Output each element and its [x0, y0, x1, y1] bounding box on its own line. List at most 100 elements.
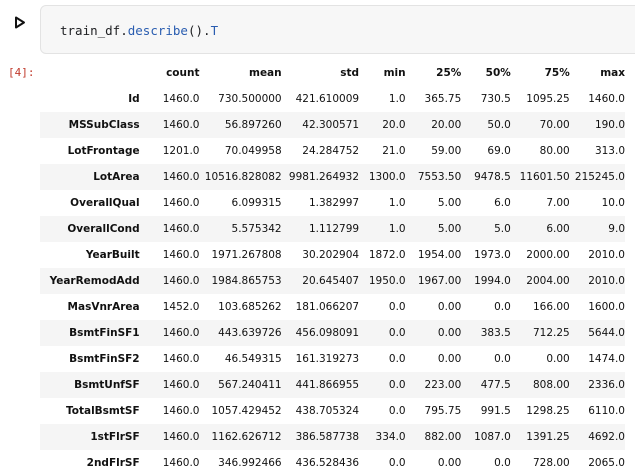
table-cell: 6.0: [494, 197, 511, 209]
table-cell: 6.00: [546, 223, 570, 235]
code-dot: .: [120, 23, 128, 38]
table-cell: 730.500000: [218, 93, 282, 105]
table-cell: 1600.0: [588, 301, 625, 313]
table-cell: 712.25: [532, 327, 570, 339]
table-cell: 30.202904: [302, 249, 360, 261]
column-header: min: [383, 67, 406, 79]
table-cell: 0.0: [388, 379, 406, 391]
table-cell: 2004.00: [526, 275, 570, 287]
table-cell: 20.00: [431, 119, 462, 131]
table-cell: 10516.828082: [204, 171, 282, 183]
table-cell: 1460.0: [162, 379, 200, 391]
table-cell: 386.587738: [295, 431, 360, 443]
table-cell: 46.549315: [224, 353, 282, 365]
row-label: BsmtFinSF1: [69, 327, 140, 339]
table-cell: 5.00: [437, 197, 462, 209]
table-row: MasVnrArea 1452.0 103.685262 181.066207 0.0 0…: [40, 294, 625, 320]
table-cell: 795.75: [424, 405, 462, 417]
table-cell: 1201.0: [162, 145, 200, 157]
row-label: OverallCond: [67, 223, 140, 235]
table-cell: 1973.0: [474, 249, 511, 261]
table-row: Id 1460.0 730.500000 421.610009 1.0 365.75 730…: [40, 86, 625, 112]
table-header-row: count mean std min 25% 50% 75% max: [40, 60, 625, 86]
describe-table: count mean std min 25% 50% 75% max Id 1460.0 730.…: [40, 60, 625, 476]
table-row: 2ndFlrSF 1460.0 346.992466 436.528436 0.0 0.0…: [40, 450, 625, 476]
column-header: 75%: [544, 67, 570, 79]
table-cell: 334.0: [375, 431, 406, 443]
table-cell: 1984.865753: [211, 275, 282, 287]
table-cell: 2010.0: [588, 249, 625, 261]
table-cell: 5.00: [437, 223, 462, 235]
table-index-header: [40, 60, 140, 86]
table-cell: 70.049958: [224, 145, 282, 157]
table-cell: 567.240411: [218, 379, 282, 391]
table-cell: 882.00: [424, 431, 462, 443]
table-cell: 2000.00: [526, 249, 570, 261]
table-cell: 1474.0: [588, 353, 625, 365]
table-cell: 1162.626712: [211, 431, 282, 443]
table-cell: 4692.0: [588, 431, 625, 443]
row-label: 2ndFlrSF: [86, 457, 140, 469]
table-cell: 443.639726: [218, 327, 282, 339]
table-cell: 1298.25: [526, 405, 570, 417]
table-cell: 991.5: [480, 405, 511, 417]
table-row: BsmtUnfSF 1460.0 567.240411 441.866955 0.0 22…: [40, 372, 625, 398]
table-cell: 6110.0: [588, 405, 625, 417]
table-cell: 1460.0: [162, 405, 200, 417]
table-cell: 9478.5: [474, 171, 511, 183]
table-cell: 7.00: [546, 197, 570, 209]
table-cell: 70.00: [539, 119, 570, 131]
table-cell: 20.0: [382, 119, 406, 131]
table-cell: 1460.0: [162, 353, 200, 365]
table-cell: 0.00: [437, 301, 462, 313]
table-cell: 346.992466: [218, 457, 282, 469]
row-label: TotalBsmtSF: [65, 405, 140, 417]
table-row: LotArea 1460.0 10516.828082 9981.264932 1300…: [40, 164, 625, 190]
table-cell: 730.5: [480, 93, 511, 105]
table-cell: 0.00: [437, 353, 462, 365]
row-label: LotArea: [93, 171, 140, 183]
row-label: 1stFlrSF: [90, 431, 140, 443]
table-cell: 1954.00: [417, 249, 462, 261]
table-cell: 5644.0: [588, 327, 625, 339]
table-cell: 1057.429452: [211, 405, 282, 417]
code-dot: .: [203, 23, 211, 38]
table-cell: 1460.0: [162, 327, 200, 339]
table-cell: 1.112799: [308, 223, 360, 235]
table-cell: 42.300571: [302, 119, 360, 131]
code-attr: T: [210, 23, 219, 38]
table-cell: 2336.0: [588, 379, 625, 391]
table-row: OverallQual 1460.0 6.099315 1.382997 1.0 5.00…: [40, 190, 625, 216]
table-cell: 80.00: [539, 145, 570, 157]
table-cell: 0.00: [437, 327, 462, 339]
row-label: OverallQual: [70, 197, 140, 209]
table-cell: 5.575342: [231, 223, 282, 235]
row-label: YearBuilt: [85, 249, 140, 261]
table-row: LotFrontage 1201.0 70.049958 24.284752 21.0 5…: [40, 138, 625, 164]
table-cell: 103.685262: [218, 301, 282, 313]
table-cell: 421.610009: [295, 93, 360, 105]
table-cell: 2010.0: [588, 275, 625, 287]
table-cell: 1.382997: [308, 197, 360, 209]
row-label: MSSubClass: [68, 119, 140, 131]
row-label: YearRemodAdd: [49, 275, 140, 287]
table-cell: 215245.0: [574, 171, 625, 183]
table-cell: 2065.0: [588, 457, 625, 469]
table-cell: 56.897260: [224, 119, 282, 131]
table-cell: 1.0: [388, 93, 406, 105]
table-cell: 1460.0: [162, 457, 200, 469]
table-cell: 456.098091: [295, 327, 360, 339]
table-cell: 181.066207: [295, 301, 360, 313]
table-cell: 1391.25: [526, 431, 570, 443]
table-row: 1stFlrSF 1460.0 1162.626712 386.587738 334.0…: [40, 424, 625, 450]
table-cell: 223.00: [424, 379, 462, 391]
table-cell: 1460.0: [588, 93, 625, 105]
table-cell: 1460.0: [162, 249, 200, 261]
table-cell: 477.5: [480, 379, 511, 391]
code-cell-editor[interactable]: train_df.describe().T: [40, 5, 635, 54]
table-cell: 441.866955: [295, 379, 360, 391]
table-cell: 383.5: [480, 327, 511, 339]
table-row: TotalBsmtSF 1460.0 1057.429452 438.705324 0.…: [40, 398, 625, 424]
run-cell-button[interactable]: [10, 12, 30, 32]
table-cell: 0.0: [388, 327, 406, 339]
